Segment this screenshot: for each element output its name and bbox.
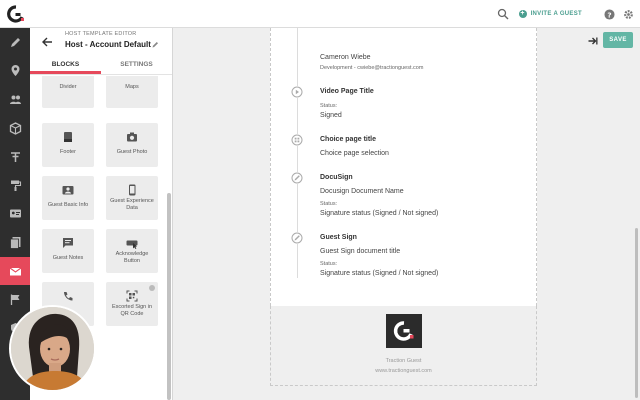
block-maps[interactable]: Maps [106,76,158,108]
canvas-scrollbar[interactable] [635,228,638,398]
qr-code-icon [126,290,138,302]
search-icon[interactable] [497,8,509,20]
item-title: Choice page title [320,136,377,143]
status-label: Status: [320,201,338,207]
item-title: DocuSign [320,174,353,181]
documents-icon [9,236,20,249]
panel-tabs: BLOCKS SETTINGS [30,57,172,75]
template-title: Host - Account Default [65,40,151,49]
mail-icon [9,267,21,276]
panel-scrollbar[interactable] [167,193,171,400]
top-bar: + INVITE A GUEST ? [0,0,640,28]
webcam-overlay [9,305,96,392]
status-label: Status: [320,103,338,109]
camera-icon [127,132,137,142]
block-guest-basic-info[interactable]: Guest Basic Info [42,176,94,220]
signature-icon [291,232,303,244]
plus-icon: + [518,10,527,18]
block-label: Guest Notes [52,255,84,261]
traction-guest-logo [393,321,414,341]
nav-item-messages[interactable] [0,256,30,286]
grid-icon [291,134,303,146]
footer-website: www.tractionguest.com [375,368,432,374]
item-value: Signed [320,112,342,119]
block-acknowledge-button[interactable]: Acknowledge Button [106,229,158,273]
location-pin-icon [11,65,19,77]
gear-icon[interactable] [623,9,634,20]
save-button[interactable]: SAVE [603,32,633,48]
id-card-icon [9,209,21,218]
nav-item-access[interactable] [0,142,30,171]
contact-card-icon [62,186,74,195]
item-status: Signature status (Signed / Not signed) [320,210,439,217]
item-value: Guest Sign document title [320,248,401,255]
nav-item-locations[interactable] [0,57,30,86]
nav-item-flags[interactable] [0,285,30,314]
item-status: Signature status (Signed / Not signed) [320,270,439,277]
block-label: Divider [59,84,77,90]
item-value: Docusign Document Name [320,188,404,195]
tab-settings[interactable]: SETTINGS [101,57,172,74]
play-icon [291,86,303,98]
nav-item-documents[interactable] [0,228,30,257]
invite-guest-label: INVITE A GUEST [530,11,582,17]
edit-pencil-icon[interactable] [152,41,159,48]
button-icon [126,240,138,249]
block-label: Footer [60,149,76,155]
block-guest-photo[interactable]: Guest Photo [106,123,158,167]
block-label: Guest Experience Data [110,198,154,211]
template-canvas: SAVE Cameron Wiebe Development - cwiebe@… [174,28,640,400]
block-guest-notes[interactable]: Guest Notes [42,229,94,273]
footer-company: Traction Guest [385,358,422,364]
nav-item-packages[interactable] [0,114,30,143]
note-icon [63,238,73,248]
pen-icon [10,37,20,47]
traction-guest-logo[interactable] [6,5,26,23]
info-icon[interactable] [149,285,155,291]
block-label: Maps [125,84,139,90]
cube-icon [9,121,21,135]
template-preview: Cameron Wiebe Development - cwiebe@tract… [270,28,537,306]
item-title: Guest Sign [320,234,357,241]
nav-item-badges[interactable] [0,200,30,229]
people-icon [9,95,21,104]
block-label: Escorted Sign in QR Code [111,304,153,317]
paint-roller-icon [10,180,21,191]
nav-item-design[interactable] [0,28,30,57]
block-divider[interactable]: Divider [42,76,94,108]
block-label: Acknowledge Button [115,251,149,264]
block-label: Guest Basic Info [47,202,89,208]
block-footer[interactable]: Footer [42,123,94,167]
panel-header: HOST TEMPLATE EDITOR Host - Account Defa… [30,28,172,56]
phone-icon [129,184,136,196]
status-label: Status: [320,261,338,267]
flag-icon [10,294,19,306]
svg-text:?: ? [607,10,611,19]
presenter-video [11,307,94,390]
key-icon [10,152,20,163]
tab-blocks[interactable]: BLOCKS [30,57,101,74]
nav-item-branding[interactable] [0,171,30,200]
footer-icon [64,132,72,142]
signature-icon [291,172,303,184]
item-value: Choice page selection [320,150,389,157]
back-arrow-icon[interactable] [42,37,53,47]
template-footer[interactable]: Traction Guest www.tractionguest.com [270,306,537,386]
host-detail: Development - cwiebe@tractionguest.com [320,65,424,71]
nav-item-people[interactable] [0,85,30,114]
export-arrow-icon[interactable] [588,37,598,45]
invite-guest-button[interactable]: + INVITE A GUEST [518,10,582,18]
block-label: Guest Photo [116,149,148,155]
block-escorted-sign-in-qr-code[interactable]: Escorted Sign in QR Code [106,282,158,326]
block-guest-experience-data[interactable]: Guest Experience Data [106,176,158,220]
footer-logo [386,314,422,348]
item-title: Video Page Title [320,88,374,95]
phone-call-icon [64,292,73,301]
host-name: Cameron Wiebe [320,54,371,61]
panel-subheading: HOST TEMPLATE EDITOR [65,31,137,37]
help-icon[interactable]: ? [604,8,615,20]
